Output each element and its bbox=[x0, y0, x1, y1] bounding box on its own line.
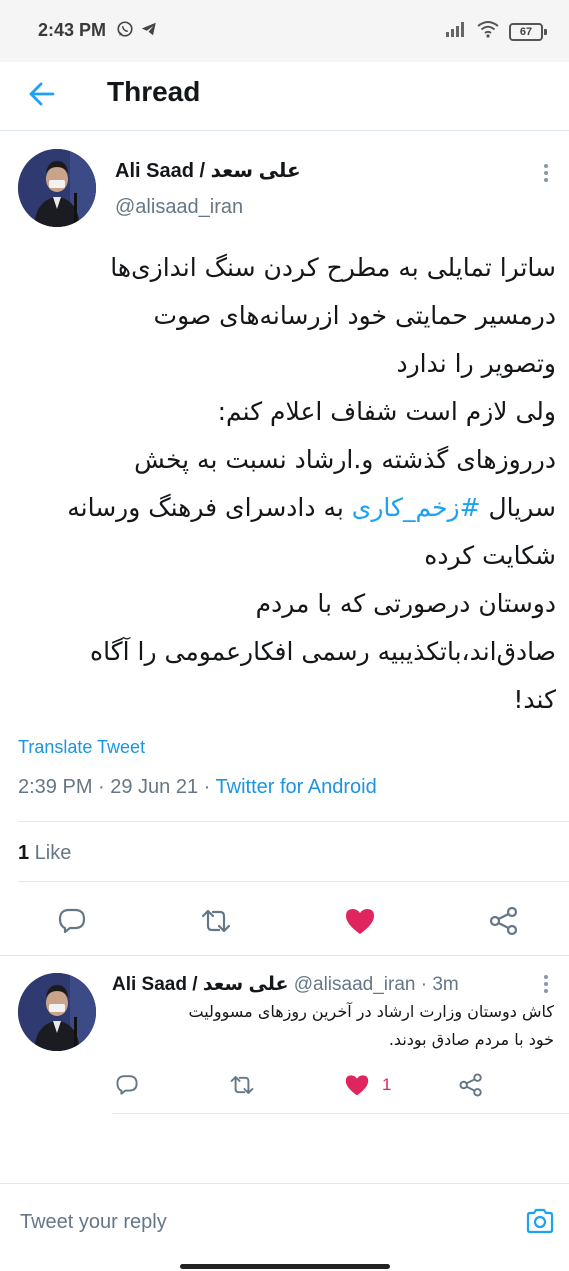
divider bbox=[18, 881, 569, 882]
author-name[interactable]: Ali Saad / علی سعد bbox=[115, 158, 301, 183]
avatar[interactable] bbox=[18, 149, 96, 227]
reply-text: کاش دوستان وزارت ارشاد در آخرین روزهای م… bbox=[112, 998, 554, 1054]
top-app-bar: Thread bbox=[0, 62, 569, 131]
translate-tweet-link[interactable]: Translate Tweet bbox=[18, 737, 145, 758]
reply-button[interactable] bbox=[52, 902, 92, 940]
tweet-line: دوستان درصورتی که با مردم bbox=[255, 589, 556, 618]
reply-share-button[interactable] bbox=[456, 1070, 486, 1100]
battery-icon: 67 bbox=[509, 22, 547, 41]
reply-icon bbox=[116, 1075, 138, 1095]
source-app-link[interactable]: Twitter for Android bbox=[216, 776, 377, 798]
tweet-line: وتصویر را ندارد bbox=[396, 349, 556, 378]
reply-reply-button[interactable] bbox=[112, 1070, 142, 1100]
retweet-icon bbox=[201, 909, 231, 933]
divider bbox=[0, 955, 569, 956]
wifi-icon bbox=[477, 20, 499, 43]
status-bar: 2:43 PM 67 bbox=[0, 0, 569, 62]
reply-like-button[interactable] bbox=[342, 1070, 372, 1100]
status-time: 2:43 PM bbox=[38, 20, 107, 40]
like-button[interactable] bbox=[340, 902, 380, 940]
author-handle[interactable]: @alisaad_iran bbox=[115, 196, 243, 219]
tweet-line-with-hashtag: سریال #زخم_کاری به دادسرای فرهنگ ورسانه bbox=[16, 484, 556, 532]
divider bbox=[18, 821, 569, 822]
tweet-text: ساترا تمایلی به مطرح کردن سنگ اندازی‌ها … bbox=[16, 244, 556, 724]
reply-like-count: 1 bbox=[382, 1075, 392, 1094]
divider bbox=[112, 1113, 569, 1114]
hashtag-line-prefix: سریال bbox=[480, 493, 557, 522]
tweet-line: کند! bbox=[513, 685, 556, 714]
reply-author-name[interactable]: Ali Saad / علی سعد bbox=[112, 974, 288, 995]
more-options-button[interactable] bbox=[536, 161, 556, 185]
reply-composer bbox=[0, 1183, 569, 1260]
signal-icon bbox=[445, 21, 467, 42]
tweet-meta: 2:39 PM · 29 Jun 21 · Twitter for Androi… bbox=[18, 776, 377, 799]
share-button[interactable] bbox=[484, 902, 524, 940]
reply-author-line: Ali Saad / علی سعد @alisaad_iran · 3m bbox=[112, 973, 459, 996]
whatsapp-icon bbox=[116, 20, 134, 43]
back-button[interactable] bbox=[24, 76, 60, 112]
reply-input[interactable] bbox=[18, 1206, 492, 1238]
like-count-label: Like bbox=[29, 842, 72, 864]
heart-filled-icon bbox=[346, 909, 374, 934]
tweet-line: صادق‌اند،باتکذیبیه رسمی افکارعمومی را آگ… bbox=[90, 637, 556, 666]
page-title: Thread bbox=[107, 76, 201, 107]
tweet-line: درمسیر حمایتی خود ازرسانه‌های صوت bbox=[153, 301, 556, 330]
tweet-line: ولی لازم است شفاف اعلام کنم: bbox=[217, 397, 556, 426]
reply-handle-time: @alisaad_iran · 3m bbox=[288, 974, 459, 995]
status-notification-icons bbox=[116, 20, 158, 43]
share-icon bbox=[489, 906, 518, 936]
reply-line: خود با مردم صادق بودند. bbox=[388, 1030, 554, 1049]
heart-filled-icon bbox=[345, 1075, 369, 1096]
camera-icon bbox=[526, 1208, 554, 1234]
reply-icon bbox=[58, 908, 86, 934]
status-system-icons: 67 bbox=[445, 20, 547, 43]
share-icon bbox=[459, 1073, 482, 1097]
retweet-icon bbox=[230, 1076, 254, 1094]
reply-more-options-button[interactable] bbox=[536, 972, 556, 996]
home-indicator[interactable] bbox=[180, 1264, 390, 1269]
tweet-line: درروزهای گذشته و.ارشاد نسبت به پخش bbox=[134, 445, 556, 474]
battery-level: 67 bbox=[509, 22, 543, 41]
camera-button[interactable] bbox=[523, 1204, 557, 1238]
retweet-button[interactable] bbox=[196, 902, 236, 940]
tweet-line: شکایت کرده bbox=[424, 541, 556, 570]
telegram-icon bbox=[140, 20, 158, 43]
reply-line: کاش دوستان وزارت ارشاد در آخرین روزهای م… bbox=[188, 1002, 554, 1021]
avatar[interactable] bbox=[18, 973, 96, 1051]
hashtag-line-suffix: به دادسرای فرهنگ ورسانه bbox=[67, 493, 352, 522]
reply-retweet-button[interactable] bbox=[226, 1070, 258, 1100]
hashtag-link[interactable]: #زخم_کاری bbox=[352, 493, 481, 522]
tweet-line: ساترا تمایلی به مطرح کردن سنگ اندازی‌ها bbox=[110, 253, 556, 282]
arrow-left-icon bbox=[29, 82, 55, 106]
tweet-timestamp: 2:39 PM · 29 Jun 21 · bbox=[18, 776, 216, 798]
like-count-number: 1 bbox=[18, 842, 30, 864]
likes-count[interactable]: 1 Like bbox=[18, 842, 71, 865]
